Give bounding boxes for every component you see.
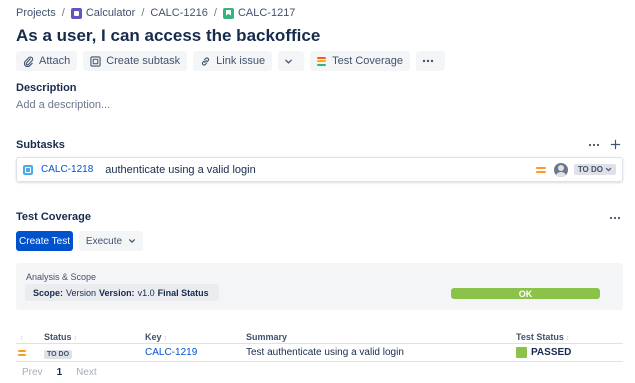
test-key-link[interactable]: CALC-1219 [145, 347, 197, 358]
chevron-down-icon [605, 167, 612, 172]
analysis-scope-panel: Analysis & Scope Scope: Version Version:… [16, 263, 623, 310]
description-field[interactable]: Add a description... [16, 99, 110, 111]
summary-cell: Test authenticate using a valid login [246, 347, 404, 358]
create-subtask-button[interactable]: Create subtask [83, 51, 188, 71]
attach-label: Attach [39, 55, 71, 67]
priority-cell [16, 349, 44, 356]
test-status-badge: PASSED [516, 347, 623, 358]
test-status-cell: PASSED [516, 347, 623, 358]
column-header-status[interactable]: Status ↕ [44, 332, 145, 342]
more-horizontal-icon[interactable] [609, 213, 621, 223]
more-link-options-button[interactable] [278, 51, 305, 71]
scope-select[interactable]: Scope: Version Version: v1.0 Final Statu… [25, 284, 219, 301]
plus-icon[interactable] [610, 139, 621, 150]
more-horizontal-icon[interactable] [588, 140, 600, 150]
status-badge: TO DO [44, 349, 73, 359]
column-header-key[interactable]: Key ↕ [145, 332, 246, 342]
create-subtask-label: Create subtask [106, 55, 181, 67]
analysis-scope-label: Analysis & Scope [26, 272, 97, 282]
attach-button[interactable]: Attach [16, 51, 78, 71]
priority-medium-icon [18, 349, 26, 356]
story-icon [222, 7, 234, 19]
breadcrumb-parent-issue[interactable]: CALC-1216 [150, 7, 207, 19]
breadcrumb-projects[interactable]: Projects [16, 7, 56, 19]
version-label: Version: [99, 287, 135, 298]
test-coverage-heading: Test Coverage [16, 211, 91, 223]
column-header-test-status[interactable]: Test Status ↕ [516, 332, 623, 342]
link-issue-button[interactable]: Link issue [193, 51, 273, 71]
subtasks-heading: Subtasks [16, 139, 65, 151]
final-status-label: Final Status [157, 287, 209, 298]
issue-title[interactable]: As a user, I can access the backoffice [16, 26, 320, 46]
more-actions-button[interactable] [416, 51, 446, 71]
scope-label: Scope: [33, 287, 64, 298]
sort-icon: ↕ [73, 334, 78, 342]
test-coverage-more [609, 211, 621, 226]
subtask-icon [23, 164, 33, 175]
subtask-icon [90, 55, 101, 67]
breadcrumb-separator: / [61, 7, 65, 19]
breadcrumb-current-issue[interactable]: CALC-1217 [238, 7, 295, 19]
pagination: Prev 1 Next [22, 367, 97, 378]
coverage-status-bar: OK [451, 288, 600, 299]
tests-table: ↕ Status ↕ Key ↕ Summary Test Status ↕ TO D… [16, 330, 623, 362]
test-status-label: PASSED [531, 347, 572, 358]
scope-value: Version [66, 287, 97, 298]
status-cell: TO DO [44, 348, 145, 359]
execute-dropdown[interactable]: Execute [79, 231, 143, 251]
version-value: v1.0 [137, 287, 155, 298]
key-cell: CALC-1219 [145, 347, 246, 358]
breadcrumb-separator: / [213, 7, 217, 19]
select-column-header: ↕ [16, 332, 44, 342]
subtask-key[interactable]: CALC-1218 [41, 164, 93, 175]
sort-icon: ↕ [163, 334, 168, 342]
link-icon [202, 56, 210, 66]
breadcrumb-calculator[interactable]: Calculator [86, 7, 136, 19]
subtask-row[interactable]: CALC-1218 authenticate using a valid log… [16, 157, 623, 182]
next-page-button[interactable]: Next [76, 367, 97, 378]
sort-icon[interactable]: ↕ [20, 335, 24, 342]
breadcrumb: Projects / Calculator / CALC-1216 / CALC… [16, 7, 295, 19]
more-horizontal-icon [422, 59, 434, 63]
paperclip-icon [23, 56, 34, 67]
chevron-down-icon [129, 239, 136, 244]
subtask-summary[interactable]: authenticate using a valid login [105, 164, 536, 176]
test-coverage-label: Test Coverage [332, 55, 404, 67]
assignee-avatar[interactable] [553, 162, 568, 177]
sort-icon: ↕ [565, 334, 570, 342]
chevron-down-icon [285, 59, 292, 64]
current-page[interactable]: 1 [57, 367, 63, 378]
project-icon [70, 7, 82, 19]
subtask-status-dropdown[interactable]: TO DO [573, 164, 616, 175]
subtasks-actions [588, 139, 621, 150]
breadcrumb-separator: / [141, 7, 145, 19]
link-issue-label: Link issue [216, 55, 266, 67]
issue-toolbar: Attach Create subtask Link issue Test Co… [16, 51, 446, 71]
subtask-status-label: TO DO [577, 165, 603, 174]
test-coverage-button[interactable]: Test Coverage [310, 51, 411, 71]
description-heading: Description [16, 82, 77, 94]
priority-medium-icon [535, 166, 546, 173]
test-coverage-icon [317, 56, 327, 66]
create-test-button[interactable]: Create Test [16, 231, 73, 251]
column-header-summary[interactable]: Summary [246, 332, 516, 342]
table-header: ↕ Status ↕ Key ↕ Summary Test Status ↕ [16, 330, 623, 344]
execute-label: Execute [85, 235, 123, 247]
passed-color-swatch [516, 347, 527, 358]
prev-page-button[interactable]: Prev [22, 367, 43, 378]
table-row[interactable]: TO DO CALC-1219 Test authenticate using … [16, 344, 623, 362]
